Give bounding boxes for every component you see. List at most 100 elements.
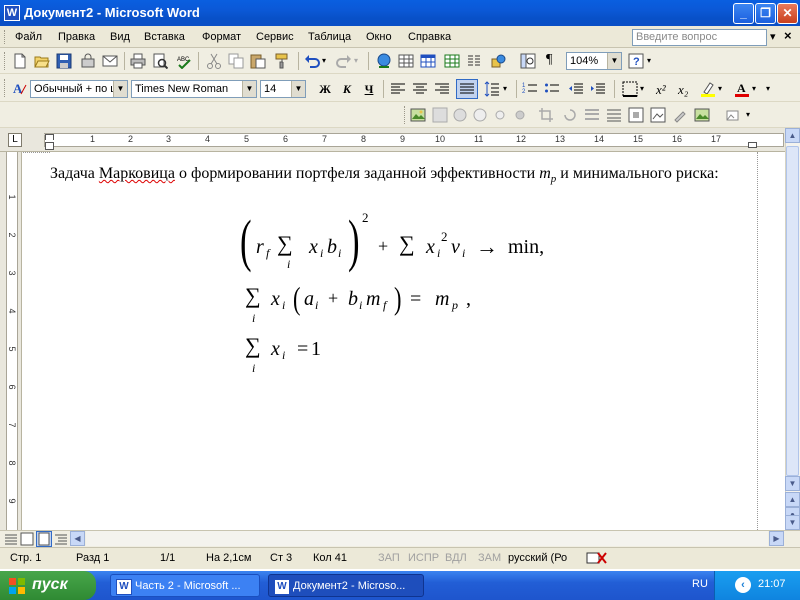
align-right-icon[interactable]	[434, 81, 450, 97]
spelling-status-icon[interactable]	[586, 551, 608, 565]
picture-options-icon[interactable]	[726, 107, 742, 123]
borders-dropdown-icon[interactable]: ▾	[640, 84, 644, 93]
crop-icon[interactable]	[538, 107, 554, 123]
insert-excel-icon[interactable]	[444, 53, 460, 69]
normal-view-icon[interactable]	[4, 532, 18, 546]
font-color-dropdown-icon[interactable]: ▾	[752, 84, 756, 93]
less-brightness-icon[interactable]	[512, 107, 528, 123]
hyperlink-icon[interactable]	[376, 53, 392, 69]
subscript-icon[interactable]: x₂	[678, 82, 688, 98]
print-preview-icon[interactable]	[152, 53, 168, 69]
columns-icon[interactable]	[466, 53, 482, 69]
reset-picture-icon[interactable]	[694, 107, 710, 123]
styles-formatting-icon[interactable]: A	[12, 80, 28, 96]
zoom-dropdown-icon[interactable]: ▼	[607, 53, 621, 69]
toolbar-options-icon[interactable]: ▾	[746, 110, 750, 119]
scroll-left-button[interactable]: ◀	[70, 531, 85, 546]
insert-picture-icon[interactable]	[410, 107, 426, 123]
maximize-button[interactable]: ❐	[755, 3, 776, 24]
redo-icon[interactable]	[336, 53, 352, 69]
help-search-input[interactable]: Введите вопрос	[632, 29, 767, 46]
print-icon[interactable]	[130, 53, 146, 69]
font-select[interactable]: Times New Roman	[131, 80, 257, 98]
email-icon[interactable]	[102, 53, 118, 69]
tables-borders-icon[interactable]	[398, 53, 414, 69]
status-record-macro[interactable]: ЗАП	[378, 552, 400, 564]
less-contrast-icon[interactable]	[472, 107, 488, 123]
menu-window[interactable]: Окно	[366, 31, 392, 43]
font-color-icon[interactable]: A	[734, 81, 750, 97]
status-track-changes[interactable]: ИСПР	[408, 552, 439, 564]
underline-button[interactable]: Ч	[360, 80, 378, 98]
font-size-dropdown-icon[interactable]: ▼	[291, 81, 305, 97]
increase-indent-icon[interactable]	[590, 81, 606, 97]
align-left-icon[interactable]	[390, 81, 406, 97]
permission-icon[interactable]	[80, 53, 96, 69]
document-paragraph[interactable]: Задача Марковица о формировании портфеля…	[50, 162, 760, 191]
document-close-icon[interactable]: ×	[784, 28, 792, 43]
compress-pictures-icon[interactable]	[606, 107, 622, 123]
status-extend[interactable]: ВДЛ	[445, 552, 467, 564]
status-overtype[interactable]: ЗАМ	[478, 552, 501, 564]
font-dropdown-icon[interactable]: ▼	[242, 81, 256, 97]
clock[interactable]: 21:07	[758, 578, 786, 590]
right-indent-icon[interactable]	[748, 142, 757, 148]
open-folder-icon[interactable]	[34, 53, 50, 69]
tab-selector[interactable]: L	[8, 133, 22, 147]
next-page-button[interactable]: ▼	[785, 515, 800, 530]
set-transparent-color-icon[interactable]	[672, 107, 688, 123]
style-dropdown-icon[interactable]: ▼	[113, 81, 127, 97]
vertical-ruler[interactable]	[6, 152, 18, 530]
more-contrast-icon[interactable]	[452, 107, 468, 123]
highlight-icon[interactable]	[700, 81, 716, 97]
previous-page-button[interactable]: ▲	[785, 492, 800, 507]
copy-icon[interactable]	[228, 53, 244, 69]
insert-table-icon[interactable]	[420, 53, 436, 69]
toolbar-options-icon[interactable]: ▾	[647, 56, 651, 65]
help-dropdown-icon[interactable]: ▾	[770, 30, 776, 43]
menu-tools[interactable]: Сервис	[256, 31, 294, 43]
undo-dropdown-icon[interactable]: ▾	[322, 56, 326, 65]
taskbar-item-document2[interactable]: W Документ2 - Microso...	[268, 574, 424, 597]
undo-icon[interactable]	[304, 53, 320, 69]
paste-icon[interactable]	[250, 53, 266, 69]
superscript-icon[interactable]: x²	[656, 82, 666, 98]
minimize-button[interactable]: _	[733, 3, 754, 24]
color-icon[interactable]	[432, 107, 448, 123]
menu-help[interactable]: Справка	[408, 31, 451, 43]
bold-button[interactable]: Ж	[316, 80, 334, 98]
document-area[interactable]	[23, 152, 785, 530]
scroll-thumb[interactable]	[786, 146, 799, 476]
left-indent-icon[interactable]	[45, 142, 54, 150]
taskbar-item-part2[interactable]: W Часть 2 - Microsoft ...	[110, 574, 260, 597]
menu-view[interactable]: Вид	[110, 31, 130, 43]
menu-table[interactable]: Таблица	[308, 31, 351, 43]
decrease-indent-icon[interactable]	[568, 81, 584, 97]
document-map-icon[interactable]	[520, 53, 536, 69]
italic-button[interactable]: К	[338, 80, 356, 98]
save-icon[interactable]	[56, 53, 72, 69]
scroll-up-button[interactable]: ▲	[785, 128, 800, 143]
redo-dropdown-icon[interactable]: ▾	[354, 56, 358, 65]
menu-insert[interactable]: Вставка	[144, 31, 185, 43]
borders-icon[interactable]	[622, 81, 638, 97]
status-language[interactable]: русский (Ро	[508, 552, 567, 564]
menu-format[interactable]: Формат	[202, 31, 241, 43]
bullets-icon[interactable]	[544, 81, 560, 97]
more-brightness-icon[interactable]	[492, 107, 508, 123]
menu-edit[interactable]: Правка	[58, 31, 95, 43]
line-spacing-icon[interactable]	[484, 81, 500, 97]
new-document-icon[interactable]	[12, 53, 28, 69]
misspelled-word[interactable]: Марковица	[99, 165, 175, 182]
outline-view-icon[interactable]	[54, 532, 68, 546]
numbering-icon[interactable]: 12	[522, 81, 538, 97]
show-formatting-icon[interactable]: ¶	[546, 52, 552, 68]
cut-icon[interactable]	[206, 53, 222, 69]
spelling-icon[interactable]: ABC	[176, 53, 192, 69]
show-hidden-icons-icon[interactable]: ‹	[735, 577, 751, 593]
word-app-icon[interactable]: W	[4, 5, 20, 21]
align-center-icon[interactable]	[412, 81, 428, 97]
language-indicator[interactable]: RU	[692, 578, 708, 590]
text-wrapping-icon[interactable]	[628, 107, 644, 123]
help-icon[interactable]: ?	[628, 53, 644, 69]
